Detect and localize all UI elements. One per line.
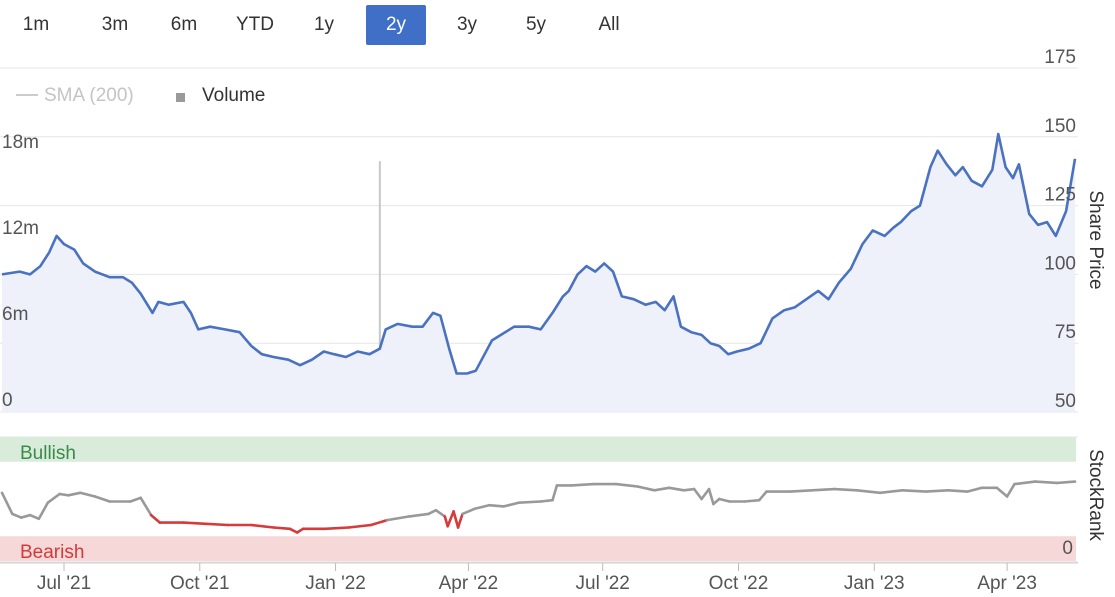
share-price-axis-title: Share Price (1085, 190, 1106, 289)
rank-line-segment (0, 491, 14, 516)
rank-tick-label: 0 (1062, 538, 1073, 559)
bullish-band (0, 437, 1076, 462)
rank-line-segment (11, 512, 23, 519)
rank-line-segment (539, 498, 554, 503)
rank-line-segment (78, 491, 97, 498)
x-tick-label: Apr '23 (977, 573, 1037, 594)
price-tick-label: 175 (1044, 47, 1076, 68)
rank-line-segment (667, 486, 686, 492)
x-tick-label: Apr '22 (439, 573, 499, 594)
volume-legend-label[interactable]: Volume (202, 85, 265, 106)
rank-line-segment (614, 482, 640, 488)
rank-line-segment (718, 497, 731, 503)
price-tick-label: 125 (1044, 185, 1076, 206)
rank-line-bearish-segment (369, 518, 389, 527)
rank-line-segment (93, 495, 111, 503)
x-tick-label: Oct '21 (170, 573, 230, 594)
rank-line-segment (434, 508, 447, 518)
volume-tick-label: 12m (2, 218, 39, 239)
volume-tick-label: 18m (2, 132, 39, 153)
rank-line-bearish-segment (272, 526, 292, 531)
rank-line-bearish-segment (446, 510, 455, 528)
rank-line-bearish-segment (323, 526, 351, 531)
rank-line-bearish-segment (182, 521, 207, 526)
rank-line-segment (901, 489, 928, 493)
rank-line-segment (788, 489, 814, 493)
rank-line-segment (385, 515, 411, 522)
price-area (2, 134, 1075, 412)
rank-line-segment (653, 486, 671, 492)
rank-line-segment (551, 484, 559, 502)
stockrank-axis-title: StockRank (1085, 449, 1106, 541)
x-tick-label: Oct '22 (709, 573, 769, 594)
rank-line-segment (692, 487, 703, 501)
share-price-chart: Bullish Bearish 50 75 100 125 150 175 0 6m 12m 18m… (0, 47, 1106, 594)
rank-line-segment (1033, 480, 1059, 485)
x-tick-label: Jul '21 (37, 573, 91, 594)
rank-line-segment (995, 486, 1009, 498)
rank-line-segment (461, 507, 476, 516)
rank-line-bearish-segment (347, 523, 373, 529)
price-tick-label: 50 (1055, 391, 1076, 412)
x-tick-label: Jan '23 (844, 573, 905, 594)
rank-line-bearish-segment (149, 513, 162, 524)
rank-line-segment (1005, 482, 1016, 498)
rank-line-segment (700, 487, 711, 501)
rank-line-bearish-segment (452, 510, 460, 529)
x-tick-label: Jul '22 (576, 573, 630, 594)
volume-tick-label: 0 (2, 390, 13, 411)
rank-line-segment (517, 500, 542, 504)
rank-line-segment (946, 489, 969, 493)
rank-line-segment (855, 489, 882, 495)
rank-line-segment (1013, 480, 1037, 486)
x-tick-label: Jan '22 (305, 573, 366, 594)
bullish-label: Bullish (20, 443, 76, 464)
rank-line-segment (139, 496, 153, 517)
rank-line-segment (878, 489, 904, 495)
bearish-label: Bearish (20, 542, 84, 563)
stockrank-panel: Bullish Bearish (0, 436, 1078, 563)
rank-line-segment (58, 492, 70, 497)
rank-line-bearish-segment (456, 512, 464, 529)
rank-line-bearish-segment (250, 523, 275, 529)
rank-line-segment (487, 503, 506, 508)
rank-line-segment (707, 487, 715, 506)
rank-line-segment (1056, 480, 1077, 485)
sma-legend-label[interactable]: SMA (200) (44, 85, 134, 106)
bearish-band (0, 536, 1076, 561)
rank-line-bearish-segment (204, 522, 230, 527)
rank-line-segment (811, 487, 836, 492)
rank-line-segment (570, 482, 596, 487)
chart-legend: SMA (200) Volume (16, 85, 265, 106)
rank-line-segment (833, 487, 858, 492)
rank-line-segment (636, 485, 656, 492)
rank-line-segment (37, 501, 50, 521)
rank-line-segment (502, 501, 520, 508)
rank-line-segment (67, 491, 82, 497)
rank-line-segment (743, 498, 761, 503)
price-tick-label: 75 (1055, 322, 1076, 343)
price-panel (0, 67, 1078, 413)
price-tick-label: 150 (1044, 116, 1076, 137)
volume-tick-label: 6m (2, 304, 28, 325)
price-tick-label: 100 (1044, 253, 1076, 274)
rank-line-segment (473, 503, 491, 511)
rank-line-segment (19, 513, 32, 519)
rank-line-segment (28, 513, 41, 521)
rank-line-segment (46, 492, 61, 504)
volume-legend-symbol (176, 93, 185, 102)
rank-line-segment (129, 496, 142, 503)
rank-line-segment (408, 512, 430, 518)
rank-line-segment (682, 487, 696, 492)
rank-line-segment (966, 486, 984, 493)
rank-line-segment (924, 489, 950, 493)
rank-line-segment (757, 490, 768, 502)
